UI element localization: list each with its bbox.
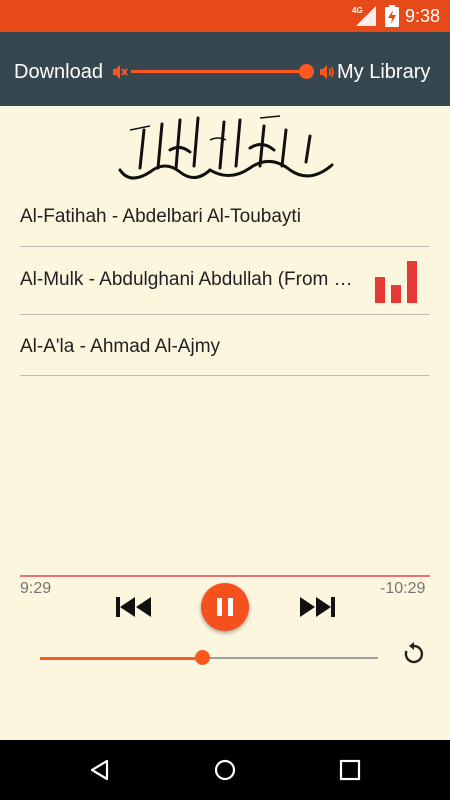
skip-next-icon[interactable] (297, 595, 337, 619)
battery-charging-icon (385, 5, 399, 27)
elapsed-time: 9:29 (20, 580, 52, 597)
pause-button[interactable] (201, 583, 249, 631)
list-item[interactable]: Al-Fatihah - Abdelbari Al-Toubayti (20, 188, 430, 247)
seek-bar[interactable] (40, 650, 378, 665)
back-icon[interactable] (88, 758, 112, 782)
pause-icon (217, 598, 222, 616)
volume-mute-icon[interactable] (112, 64, 128, 80)
seek-bar-thumb[interactable] (195, 650, 211, 665)
remaining-time: -10:29 (380, 580, 426, 597)
network-type: 4G (352, 6, 363, 15)
pause-icon-bar (228, 598, 233, 616)
system-nav-bar (0, 740, 450, 800)
seek-bar-fill (40, 657, 203, 660)
toolbar: Download My Library (0, 32, 450, 106)
list-item[interactable]: Al-Mulk - Abdulghani Abdullah (From Shay… (20, 247, 430, 315)
bismillah-calligraphy-icon (118, 115, 334, 180)
list-item[interactable]: Al-A'la - Ahmad Al-Ajmy (20, 315, 430, 376)
replay-icon[interactable] (402, 641, 426, 665)
my-library-button[interactable]: My Library (337, 60, 430, 84)
track-title: Al-Fatihah - Abdelbari Al-Toubayti (20, 206, 301, 227)
skip-previous-icon[interactable] (114, 595, 154, 619)
status-bar: 4G 9:38 (0, 0, 450, 32)
volume-up-icon[interactable] (319, 64, 335, 80)
playback-progress-divider (20, 575, 430, 577)
equalizer-icon (375, 259, 419, 303)
recents-icon[interactable] (339, 759, 361, 781)
clock: 9:38 (405, 6, 441, 26)
track-title: Al-A'la - Ahmad Al-Ajmy (20, 336, 221, 357)
track-title: Al-Mulk - Abdulghani Abdullah (From Shay… (20, 269, 362, 290)
volume-slider-track[interactable] (131, 70, 307, 73)
home-icon[interactable] (213, 758, 237, 782)
download-button[interactable]: Download (14, 60, 103, 84)
volume-slider-thumb[interactable] (299, 64, 314, 79)
